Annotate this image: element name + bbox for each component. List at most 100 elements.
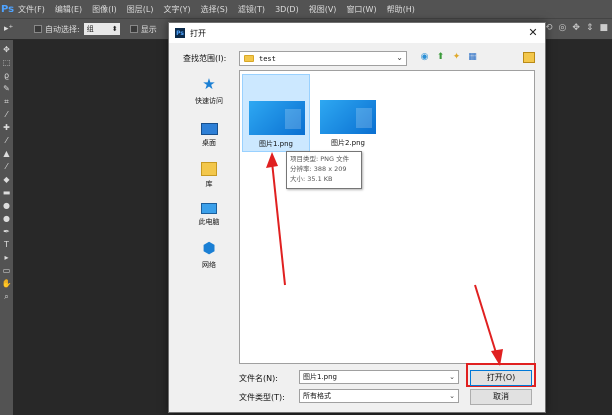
network-icon: ⬢ [202,239,216,257]
place-label: 桌面 [202,139,216,147]
nav-icons: ◉ ⬆ ✦ ▦ [419,52,478,63]
auto-select-label: 自动选择: [45,24,80,34]
place-label: 网络 [202,261,216,269]
ps-menu: 文件(F) 编辑(E) 图像(I) 图层(L) 文字(Y) 选择(S) 滤镜(T… [18,4,425,15]
image-thumbnail [320,100,376,134]
auto-select-value: 组 [86,25,94,33]
places-bar: ★ 快速访问 桌面 库 此电脑 ⬢ 网络 [181,71,237,301]
view-menu-icon[interactable]: ▦ [467,52,478,63]
tooltip-type: 项目类型: PNG 文件 [290,155,350,163]
quick-select-tool-icon[interactable]: ✎ [1,83,12,95]
hand-tool-icon[interactable]: ✋ [1,278,12,290]
menu-file[interactable]: 文件(F) [18,4,45,15]
star-icon: ★ [202,75,216,93]
marquee-tool-icon[interactable]: ⬚ [1,57,12,69]
ps-menubar: Ps 文件(F) 编辑(E) 图像(I) 图层(L) 文字(Y) 选择(S) 滤… [0,0,612,18]
show-transform-checkbox[interactable] [129,25,138,33]
folder-icon [244,55,254,62]
preview-toggle-icon[interactable] [523,52,535,63]
3d-rotate-icon[interactable]: ⟲ [545,23,553,33]
menu-layer[interactable]: 图层(L) [127,4,154,15]
file-tooltip: 项目类型: PNG 文件 分辨率: 388 x 209 大小: 35.1 KB [286,151,362,189]
gradient-tool-icon[interactable]: ▬ [1,187,12,199]
zoom-tool-icon[interactable]: ⌕ [1,291,12,303]
dodge-tool-icon[interactable]: ● [1,213,12,225]
filename-input[interactable]: 图片1.png ⌄ [299,370,459,384]
brush-tool-icon[interactable]: ⁄ [1,135,12,147]
photoshop-icon: Ps [175,28,185,38]
place-label: 库 [205,180,213,188]
auto-select-checkbox[interactable] [34,25,42,33]
ps-toolbar: ✥ ⬚ ϱ ✎ ⌗ ⁄ ✚ ⁄ ▲ ⁄ ◆ ▬ ● ● ✒ T ▸ ▭ ✋ ⌕ [0,40,13,415]
back-icon[interactable]: ◉ [419,52,430,63]
dialog-title: 打开 [190,28,206,38]
look-in-value: test [259,54,276,63]
stamp-tool-icon[interactable]: ▲ [1,148,12,160]
video-camera-icon[interactable]: ■ [599,23,608,33]
place-desktop[interactable]: 桌面 [181,119,237,163]
look-in-select[interactable]: test ⌄ [239,51,407,66]
chevron-down-icon[interactable]: ⌄ [449,371,455,383]
eyedropper-tool-icon[interactable]: ⁄ [1,109,12,121]
look-in-label: 查找范围(I): [183,54,227,63]
place-network[interactable]: ⬢ 网络 [181,239,237,283]
move-tool-icon[interactable]: ▸⁺ [4,24,24,34]
desktop-icon [200,123,218,135]
filetype-value: 所有格式 [303,392,331,400]
3d-slide-icon[interactable]: ⇕ [586,23,594,33]
show-label: 显示 [140,24,157,34]
menu-select[interactable]: 选择(S) [201,4,228,15]
computer-icon [201,203,217,214]
close-button[interactable]: ✕ [527,26,539,40]
filetype-select[interactable]: 所有格式 ⌄ [299,389,459,403]
file-item[interactable]: 图片1.png [242,74,310,152]
pen-tool-icon[interactable]: ✒ [1,226,12,238]
healing-tool-icon[interactable]: ✚ [1,122,12,134]
menu-filter[interactable]: 滤镜(T) [238,4,265,15]
filetype-label: 文件类型(T): [239,393,285,402]
menu-window[interactable]: 窗口(W) [346,4,376,15]
tooltip-dimensions: 分辨率: 388 x 209 [290,165,347,173]
cancel-button[interactable]: 取消 [470,389,532,405]
look-in-row: 查找范围(I): test ⌄ ◉ ⬆ ✦ ▦ [169,51,545,67]
tooltip-size: 大小: 35.1 KB [290,175,333,183]
dialog-title-bar[interactable]: Ps 打开 ✕ [169,23,545,43]
menu-view[interactable]: 视图(V) [309,4,337,15]
place-label: 快速访问 [195,97,223,105]
menu-help[interactable]: 帮助(H) [387,4,415,15]
eraser-tool-icon[interactable]: ◆ [1,174,12,186]
place-quick-access[interactable]: ★ 快速访问 [181,75,237,119]
library-icon [201,162,217,176]
chevron-down-icon: ⌄ [396,53,403,62]
auto-select-dropdown[interactable]: 组 ⬍ [83,23,120,35]
open-button[interactable]: 打开(O) [470,370,532,386]
history-brush-icon[interactable]: ⁄ [1,161,12,173]
filename-label: 文件名(N): [239,374,278,383]
open-dialog: Ps 打开 ✕ 查找范围(I): test ⌄ ◉ ⬆ ✦ ▦ ★ 快速访问 桌… [168,22,546,413]
crop-tool-icon[interactable]: ⌗ [1,96,12,108]
3d-roll-icon[interactable]: ◎ [559,23,567,33]
file-list-pane[interactable]: 图片1.png 图片2.png [239,70,535,364]
menu-image[interactable]: 图像(I) [92,4,117,15]
new-folder-icon[interactable]: ✦ [451,52,462,63]
3d-pan-icon[interactable]: ✥ [572,23,580,33]
image-thumbnail [249,101,305,135]
type-tool-icon[interactable]: T [1,239,12,251]
file-item[interactable]: 图片2.png [314,74,382,152]
blur-tool-icon[interactable]: ● [1,200,12,212]
place-this-pc[interactable]: 此电脑 [181,199,237,243]
menu-type[interactable]: 文字(Y) [163,4,190,15]
up-folder-icon[interactable]: ⬆ [435,52,446,63]
place-label: 此电脑 [198,218,220,226]
lasso-tool-icon[interactable]: ϱ [1,70,12,82]
move-tool-icon[interactable]: ✥ [1,44,12,56]
chevron-down-icon: ⌄ [449,392,455,400]
chevron-down-icon: ⬍ [111,25,118,33]
place-library[interactable]: 库 [181,159,237,203]
path-select-tool-icon[interactable]: ▸ [1,252,12,264]
shape-tool-icon[interactable]: ▭ [1,265,12,277]
menu-3d[interactable]: 3D(D) [275,5,299,14]
ps-logo: Ps [1,3,15,15]
file-name: 图片1.png [258,140,293,148]
menu-edit[interactable]: 编辑(E) [55,4,82,15]
